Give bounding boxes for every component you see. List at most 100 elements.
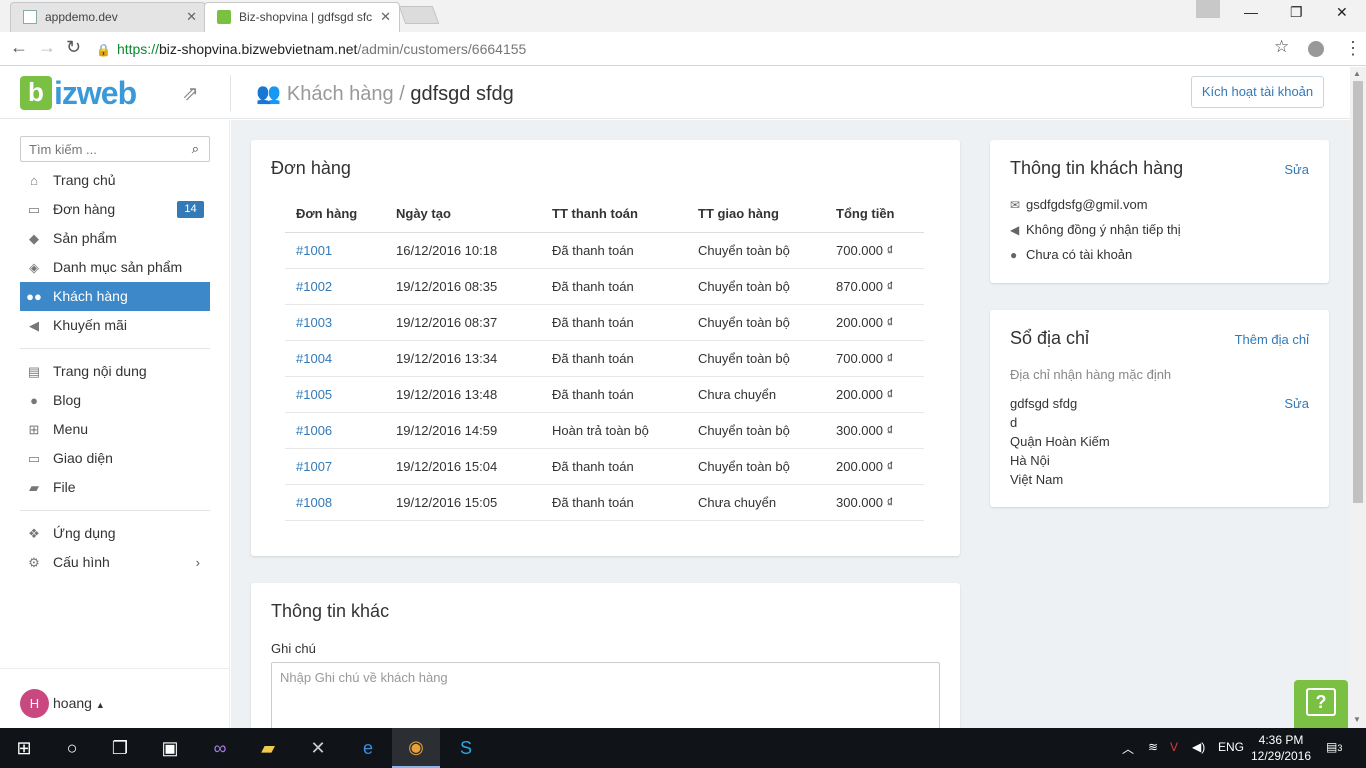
- file-text-icon: ▤: [27, 364, 41, 379]
- close-tab-icon[interactable]: ✕: [380, 3, 391, 31]
- tools-icon[interactable]: ✕: [294, 728, 342, 768]
- activate-account-button[interactable]: Kích hoạt tài khoản: [1191, 76, 1324, 108]
- close-tab-icon[interactable]: ✕: [186, 3, 197, 31]
- scroll-up-icon[interactable]: ▲: [1353, 69, 1361, 78]
- cell: 200.000 ₫: [825, 448, 924, 485]
- cortana-icon[interactable]: ○: [48, 728, 96, 768]
- add-address-link[interactable]: Thêm địa chỉ: [1235, 332, 1309, 347]
- table-header-row: Đơn hàng Ngày tạo TT thanh toán TT giao …: [285, 196, 924, 233]
- file-explorer-icon[interactable]: ▰: [244, 728, 292, 768]
- table-row[interactable]: #1006 19/12/2016 14:59 Hoàn trả toàn bộ Chu…: [285, 412, 924, 449]
- reload-icon[interactable]: ↻: [66, 37, 81, 58]
- home-icon: ⌂: [30, 173, 38, 188]
- sidebar-item-categories[interactable]: ◈ Danh mục sản phẩm: [20, 253, 210, 282]
- notifications-icon[interactable]: ▤3: [1326, 740, 1342, 754]
- breadcrumb-parent[interactable]: Khách hàng: [287, 83, 394, 105]
- comment-icon: ●: [30, 393, 38, 408]
- new-tab-button[interactable]: [398, 6, 440, 24]
- cell: Đã thanh toán: [541, 484, 687, 521]
- browser-tab-bizshop[interactable]: Biz-shopvina | gdfsgd sfc ✕: [204, 2, 400, 32]
- sidebar-item-promotions[interactable]: ◀ Khuyến mãi: [20, 311, 210, 340]
- sidebar-item-themes[interactable]: ▭ Giao diện: [20, 444, 210, 473]
- url-field[interactable]: 🔒 https://biz-shopvina.bizwebvietnam.net/…: [96, 36, 1296, 62]
- restore-icon[interactable]: ❐: [1290, 4, 1303, 21]
- cell: 19/12/2016 08:35: [385, 268, 541, 305]
- forward-icon[interactable]: →: [38, 37, 56, 58]
- order-id-link[interactable]: #1007: [285, 448, 385, 485]
- browser-menu-icon[interactable]: ⋮: [1344, 38, 1362, 59]
- search-input[interactable]: [21, 137, 181, 161]
- chrome-icon[interactable]: ◉: [392, 728, 440, 768]
- other-info-title: Thông tin khác: [271, 601, 390, 621]
- extension-icon[interactable]: [1308, 41, 1324, 57]
- order-id-link[interactable]: #1002: [285, 268, 385, 305]
- table-row[interactable]: #1003 19/12/2016 08:37 Đã thanh toán Chuyển…: [285, 304, 924, 341]
- browser-tab-appdemo[interactable]: appdemo.dev ✕: [10, 2, 206, 32]
- megaphone-icon: ◀: [29, 318, 39, 333]
- document-icon: [23, 10, 37, 24]
- edit-address-link[interactable]: Sửa: [1284, 396, 1309, 411]
- bizweb-logo[interactable]: b izweb: [20, 75, 137, 111]
- table-row[interactable]: #1008 19/12/2016 15:05 Đã thanh toán Chưa c…: [285, 484, 924, 521]
- cell: Chuyển toàn bộ: [687, 232, 825, 269]
- users-icon: ●●: [26, 289, 42, 304]
- table-row[interactable]: #1005 19/12/2016 13:48 Đã thanh toán Chưa c…: [285, 376, 924, 413]
- table-row[interactable]: #1007 19/12/2016 15:04 Đã thanh toán Chuyển…: [285, 448, 924, 485]
- bookmark-star-icon[interactable]: ☆: [1274, 37, 1289, 57]
- sidebar-item-pages[interactable]: ▤ Trang nội dung: [20, 357, 210, 386]
- clock[interactable]: 4:36 PM 12/29/2016: [1248, 732, 1314, 764]
- sidebar-item-orders[interactable]: ▭ Đơn hàng 14: [20, 195, 210, 224]
- note-textarea[interactable]: [271, 662, 940, 728]
- sidebar-item-menu[interactable]: ⊞ Menu: [20, 415, 210, 444]
- windows-start-icon[interactable]: ⊞: [0, 728, 48, 768]
- order-id-link[interactable]: #1001: [285, 232, 385, 269]
- order-id-link[interactable]: #1004: [285, 340, 385, 377]
- task-view-icon[interactable]: ❐: [96, 728, 144, 768]
- search-icon[interactable]: ⌕: [192, 141, 199, 157]
- cell: 19/12/2016 13:48: [385, 376, 541, 413]
- minimize-icon[interactable]: —: [1244, 4, 1258, 20]
- sidebar-item-products[interactable]: ◆ Sản phẩm: [20, 224, 210, 253]
- table-row[interactable]: #1001 16/12/2016 10:18 Đã thanh toán Chuyển…: [285, 232, 924, 269]
- help-button[interactable]: ?: [1294, 680, 1348, 728]
- scrollbar-thumb[interactable]: [1353, 81, 1363, 503]
- visual-studio-icon[interactable]: ∞: [196, 728, 244, 768]
- wifi-icon[interactable]: ≋: [1148, 740, 1158, 754]
- skype-icon[interactable]: S: [442, 728, 490, 768]
- user-menu[interactable]: H hoang ▲: [0, 668, 230, 728]
- cell: 870.000 ₫: [825, 268, 924, 305]
- sidebar-item-customers[interactable]: ●● Khách hàng: [20, 282, 210, 311]
- table-row[interactable]: #1002 19/12/2016 08:35 Đã thanh toán Chuyển…: [285, 268, 924, 305]
- url-path: /admin/customers/6664155: [357, 41, 527, 57]
- order-id-link[interactable]: #1008: [285, 484, 385, 521]
- sidebar-item-files[interactable]: ▰ File: [20, 473, 210, 502]
- external-link-icon[interactable]: ⇗: [182, 81, 199, 106]
- chevron-up-icon[interactable]: ︿: [1122, 740, 1134, 757]
- breadcrumb-separator: /: [399, 83, 405, 105]
- profile-icon[interactable]: [1196, 0, 1220, 18]
- sidebar-item-label: Khách hàng: [53, 288, 128, 304]
- sidebar-item-blog[interactable]: ● Blog: [20, 386, 210, 415]
- address-bar: ← → ↻ 🔒 https://biz-shopvina.bizwebvietna…: [0, 32, 1366, 66]
- edit-customer-link[interactable]: Sửa: [1284, 162, 1309, 177]
- orders-table: Đơn hàng Ngày tạo TT thanh toán TT giao …: [285, 196, 924, 521]
- envelope-icon: ✉: [1010, 198, 1021, 212]
- orders-count-badge: 14: [177, 201, 204, 218]
- language-indicator[interactable]: ENG: [1218, 740, 1244, 754]
- sidebar-item-apps[interactable]: ❖ Ứng dụng: [20, 519, 210, 548]
- order-id-link[interactable]: #1003: [285, 304, 385, 341]
- scroll-down-icon[interactable]: ▼: [1353, 715, 1361, 724]
- back-icon[interactable]: ←: [10, 37, 28, 58]
- order-id-link[interactable]: #1005: [285, 376, 385, 413]
- page-scrollbar[interactable]: ▲ ▼: [1350, 67, 1366, 728]
- sidebar-item-home[interactable]: ⌂ Trang chủ: [20, 166, 210, 195]
- volume-icon[interactable]: ◀): [1192, 740, 1205, 754]
- store-icon[interactable]: ▣: [146, 728, 194, 768]
- close-window-icon[interactable]: ✕: [1336, 4, 1348, 21]
- edge-icon[interactable]: e: [344, 728, 392, 768]
- customer-info-card: Thông tin khách hàng Sửa ✉ gsdfgdsfg@gmil…: [990, 140, 1329, 283]
- order-id-link[interactable]: #1006: [285, 412, 385, 449]
- sidebar-item-settings[interactable]: ⚙ Cấu hình ›: [20, 548, 210, 577]
- table-row[interactable]: #1004 19/12/2016 13:34 Đã thanh toán Chuyển…: [285, 340, 924, 377]
- app-tray-icon[interactable]: V: [1170, 740, 1178, 754]
